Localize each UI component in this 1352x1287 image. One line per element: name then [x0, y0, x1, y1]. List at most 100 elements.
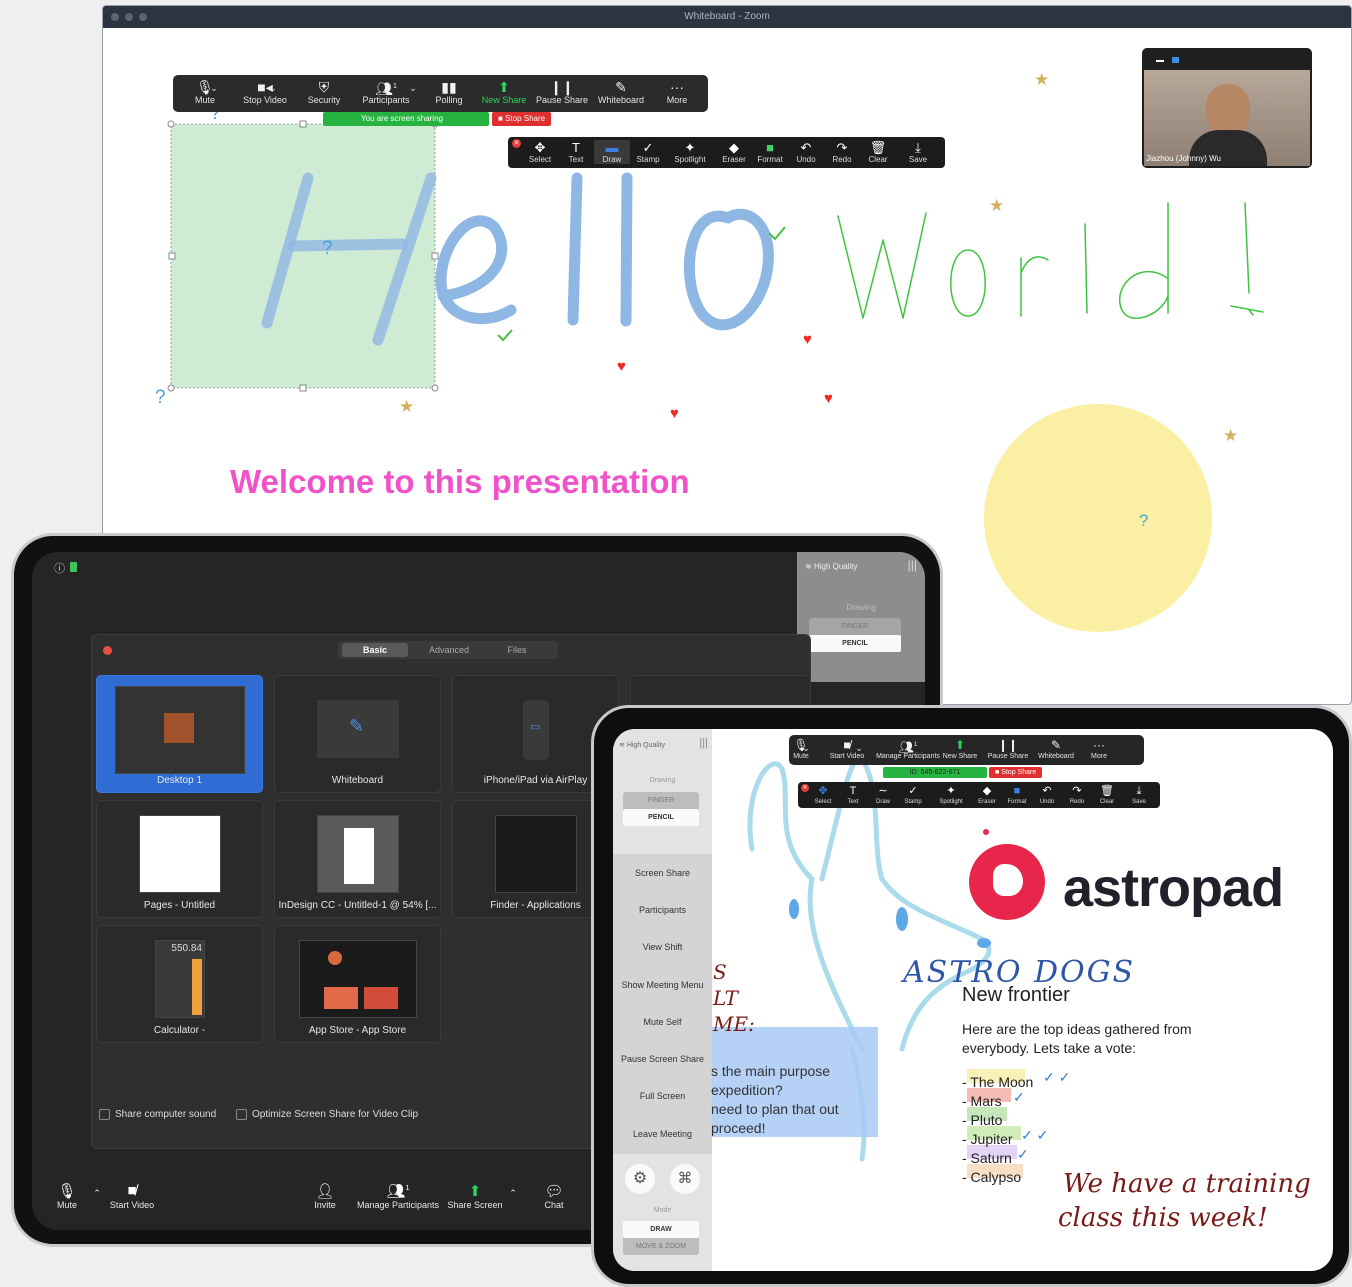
settings-gear-icon[interactable]: ⚙ — [625, 1164, 655, 1194]
menu-mute-self[interactable]: Mute Self — [613, 1017, 712, 1027]
menu-screen-share[interactable]: Screen Share — [613, 868, 712, 878]
eraser-tool[interactable]: ◆ Eraser — [716, 140, 752, 164]
clear-button[interactable]: 🗑︎ Clear — [1092, 784, 1122, 805]
undo-button[interactable]: ↶ Undo — [788, 140, 824, 164]
text-icon: T — [849, 785, 857, 797]
stamp-tool[interactable]: ✓ Stamp — [898, 784, 928, 805]
selection-handle — [167, 120, 175, 128]
ipad-astropad-device: ≋ High Quality ||| Drawing FINGER PENCIL… — [591, 705, 1352, 1287]
stop-share-button[interactable]: ■ Stop Share — [989, 767, 1043, 778]
move-zoom-option[interactable]: MOVE & ZOOM — [623, 1238, 699, 1255]
trash-icon: 🗑︎ — [1100, 785, 1114, 797]
minimize-window-button[interactable] — [125, 13, 133, 21]
redo-button[interactable]: ↷ Redo — [1062, 784, 1092, 805]
spotlight-tool[interactable]: ✦ Spotlight — [934, 784, 968, 805]
share-source-calculator[interactable]: 550.84 Calculator - — [96, 925, 263, 1043]
draw-tool[interactable]: ▬ Draw — [594, 140, 630, 164]
manage-participants-button[interactable]: 👥︎1 Manage Participants — [873, 737, 943, 760]
share-options-chevron[interactable]: ⌃ — [506, 1188, 520, 1199]
share-source-desktop[interactable]: Desktop 1 — [96, 675, 263, 793]
finger-option[interactable]: FINGER — [623, 792, 699, 809]
tab-basic[interactable]: Basic — [342, 643, 408, 657]
spotlight-icon: ✦ — [684, 140, 696, 155]
share-source-pages[interactable]: Pages - Untitled — [96, 800, 263, 918]
format-tool[interactable]: ■ Format — [752, 140, 788, 164]
whiteboard-button[interactable]: ✎ Whiteboard — [591, 79, 651, 105]
save-button[interactable]: ⤓ Save — [1124, 784, 1154, 805]
whiteboard-thumbnail: ✎ — [317, 700, 399, 758]
video-options-chevron[interactable]: ⌄ — [263, 83, 283, 94]
save-button[interactable]: ⤓ Save — [900, 140, 936, 164]
invite-button[interactable]: 👤︎ Invite — [307, 1182, 343, 1210]
zoom-window-button[interactable] — [139, 13, 147, 21]
finger-option[interactable]: FINGER — [809, 618, 901, 635]
minimize-video-icon[interactable] — [1156, 60, 1164, 62]
menu-view-shift[interactable]: View Shift — [613, 942, 712, 952]
audio-options-chevron[interactable]: ⌄ — [204, 83, 224, 94]
menu-pause-screen-share[interactable]: Pause Screen Share — [613, 1054, 712, 1064]
start-video-button[interactable]: ■̸ Start Video — [817, 737, 877, 760]
redo-icon: ↷ — [1072, 785, 1082, 797]
spotlight-tool[interactable]: ✦ Spotlight — [672, 140, 708, 164]
audio-options-chevron[interactable]: ⌃ — [90, 1188, 104, 1199]
tab-files[interactable]: Files — [484, 643, 550, 657]
share-source-indesign[interactable]: InDesign CC - Untitled-1 @ 54% [... — [274, 800, 441, 918]
menu-leave-meeting[interactable]: Leave Meeting — [613, 1129, 712, 1139]
video-options-chevron[interactable]: ⌄ — [852, 743, 866, 754]
mute-button[interactable]: 🎙︎ Mute — [52, 1182, 82, 1210]
share-source-app-store[interactable]: App Store - App Store — [274, 925, 441, 1043]
sidebar-grip-icon[interactable]: ||| — [908, 558, 917, 572]
polling-button[interactable]: ▮▮ Polling — [419, 79, 479, 105]
info-icon[interactable]: ⓘ — [54, 560, 65, 576]
expand-video-icon[interactable] — [1172, 57, 1179, 63]
whiteboard-button[interactable]: ✎ Whiteboard — [1033, 737, 1079, 760]
new-share-button[interactable]: ⬆ New Share — [474, 79, 534, 105]
vote-check-icon: ✓ — [1013, 1089, 1025, 1105]
pause-share-button[interactable]: ❙❙ Pause Share — [985, 737, 1031, 760]
format-tool[interactable]: ■ Format — [1002, 784, 1032, 805]
mode-toggle[interactable]: DRAW MOVE & ZOOM — [623, 1221, 699, 1255]
optimize-video-checkbox[interactable]: Optimize Screen Share for Video Clip — [236, 1109, 418, 1120]
manage-participants-button[interactable]: 👥︎1 Manage Participants — [354, 1182, 442, 1210]
undo-button[interactable]: ↶ Undo — [1032, 784, 1062, 805]
share-screen-button[interactable]: ⬆ Share Screen — [446, 1182, 504, 1210]
more-button[interactable]: ··· More — [647, 79, 707, 105]
share-source-whiteboard[interactable]: ✎ Whiteboard — [274, 675, 441, 793]
pencil-option[interactable]: PENCIL — [809, 635, 901, 652]
chat-button[interactable]: 💬︎ Chat — [537, 1182, 571, 1210]
text-tool[interactable]: T Text — [838, 784, 868, 805]
new-share-button[interactable]: ⬆ New Share — [937, 737, 983, 760]
stop-share-button[interactable]: ■ Stop Share — [492, 112, 552, 126]
menu-full-screen[interactable]: Full Screen — [613, 1091, 712, 1101]
pencil-option[interactable]: PENCIL — [623, 809, 699, 826]
redo-button[interactable]: ↷ Redo — [824, 140, 860, 164]
select-tool[interactable]: ✥ Select — [808, 784, 838, 805]
command-key-icon[interactable]: ⌘ — [670, 1164, 700, 1194]
menu-show-meeting-menu[interactable]: Show Meeting Menu — [613, 980, 712, 990]
draw-mode-option[interactable]: DRAW — [623, 1221, 699, 1238]
security-button[interactable]: ⛨ Security — [294, 79, 354, 105]
eraser-tool[interactable]: ◆ Eraser — [972, 784, 1002, 805]
more-button[interactable]: ··· More — [1079, 737, 1119, 760]
draw-tool[interactable]: ∼ Draw — [868, 784, 898, 805]
menu-participants[interactable]: Participants — [613, 905, 712, 915]
drawing-mode-toggle[interactable]: FINGER PENCIL — [809, 618, 901, 652]
close-dialog-button[interactable] — [103, 646, 112, 655]
clear-button[interactable]: 🗑︎ Clear — [860, 140, 896, 164]
draw-icon: ▬ — [605, 140, 619, 155]
sidebar-grip-icon[interactable]: ||| — [699, 737, 708, 749]
move-arrows-icon: ✥ — [818, 785, 828, 797]
audio-options-chevron[interactable]: ⌄ — [799, 743, 813, 754]
select-tool[interactable]: ✥ Select — [522, 140, 558, 164]
pause-share-button[interactable]: ❙❙ Pause Share — [532, 79, 592, 105]
tab-advanced[interactable]: Advanced — [416, 643, 482, 657]
close-annotation-button[interactable]: ✕ — [512, 139, 521, 148]
participant-video-tile[interactable]: Jiazhou (Johnny) Wu — [1142, 48, 1312, 168]
text-tool[interactable]: T Text — [558, 140, 594, 164]
stamp-tool[interactable]: ✓ Stamp — [630, 140, 666, 164]
start-video-button[interactable]: ■̸ Start Video — [108, 1182, 156, 1210]
astropad-wordmark: astropad — [1063, 858, 1284, 918]
close-window-button[interactable] — [111, 13, 119, 21]
share-sound-checkbox[interactable]: Share computer sound — [99, 1109, 216, 1120]
drawing-mode-toggle[interactable]: FINGER PENCIL — [623, 792, 699, 826]
